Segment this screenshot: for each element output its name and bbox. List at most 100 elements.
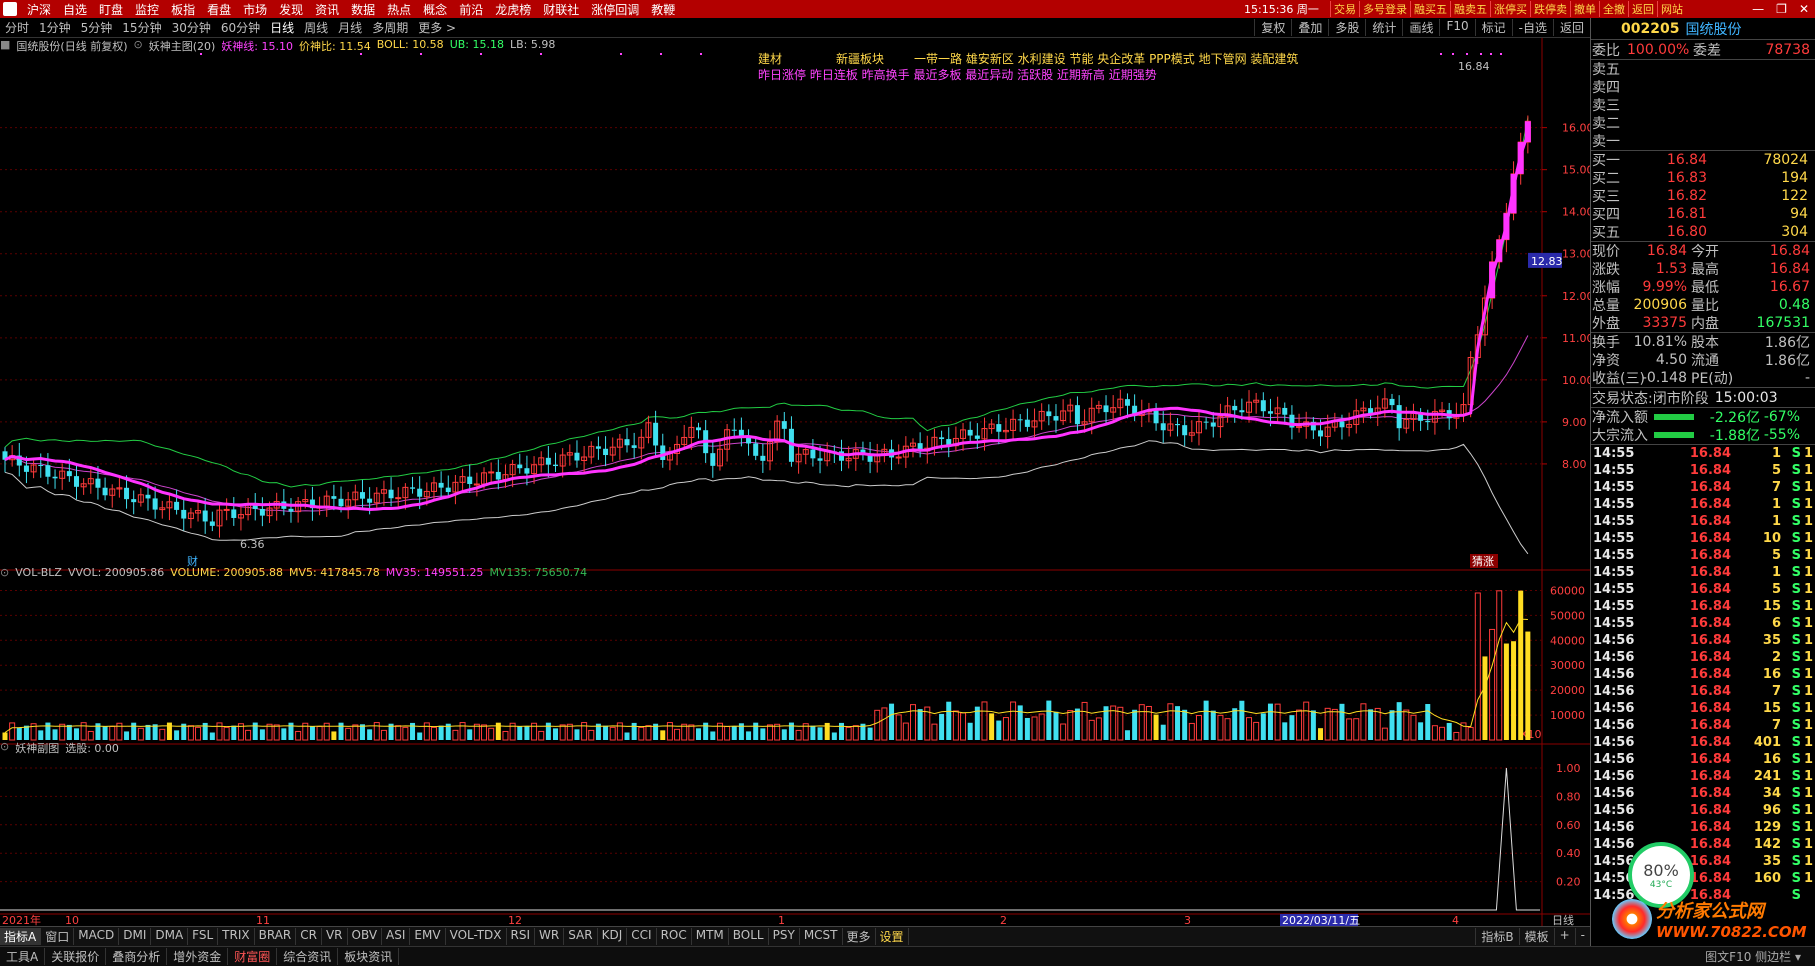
menu-item[interactable]: 监控 (129, 1, 165, 18)
buy-row[interactable]: 买四 16.81 94 (1591, 205, 1815, 223)
period-tab[interactable]: 周线 (299, 19, 333, 36)
indicator-tab[interactable]: DMI (119, 928, 152, 945)
sell-row[interactable]: 卖五 (1591, 60, 1815, 78)
sub-tab[interactable]: 工具A (0, 948, 46, 965)
indicator-tab[interactable]: CR (296, 928, 322, 945)
menu-item[interactable]: 概念 (417, 1, 453, 18)
sell-row[interactable]: 卖三 (1591, 96, 1815, 114)
indicator-tab[interactable]: MTM (692, 928, 729, 945)
period-tab[interactable]: 5分钟 (76, 19, 118, 36)
maximize-icon[interactable]: ❐ (1776, 2, 1787, 16)
period-tab[interactable]: 分时 (0, 19, 34, 36)
indicator-tab[interactable]: MCST (800, 928, 843, 945)
indicator-tab[interactable]: FSL (188, 928, 219, 945)
sell-row[interactable]: 卖二 (1591, 114, 1815, 132)
menu-item[interactable]: 资讯 (309, 1, 345, 18)
period-tab[interactable]: 多周期 (367, 19, 413, 36)
tab-right-button[interactable]: - (1574, 928, 1590, 945)
f10-sidebar-link[interactable]: 图文F10 侧边栏 ▾ (1699, 948, 1807, 965)
menu-item[interactable]: 龙虎榜 (489, 1, 537, 18)
vol-icon[interactable]: ⊙ (0, 566, 9, 579)
tab-right-button[interactable]: 指标B (1475, 928, 1518, 945)
period-tab[interactable]: 月线 (333, 19, 367, 36)
tab-right-button[interactable]: 模板 (1518, 928, 1554, 945)
menu-item[interactable]: 前沿 (453, 1, 489, 18)
chart-area[interactable]: 16.0015.0014.0013.0012.0011.0010.009.008… (0, 38, 1590, 926)
period-tab[interactable]: 更多 > (413, 19, 461, 36)
period-tab[interactable]: 1分钟 (34, 19, 76, 36)
menu-item[interactable]: 板指 (165, 1, 201, 18)
menu-item[interactable]: 看盘 (201, 1, 237, 18)
minimize-icon[interactable]: — (1752, 2, 1764, 16)
trade-button[interactable]: 融买五 (1410, 1, 1450, 17)
indicator-icon[interactable]: ⊙ (134, 38, 143, 54)
sub-tab[interactable]: 叠商分析 (106, 948, 168, 965)
indicator-tab[interactable]: ROC (657, 928, 692, 945)
indicator-tab[interactable]: PSY (769, 928, 800, 945)
indicator-tab[interactable]: 更多 (843, 928, 876, 945)
sub-tab[interactable]: 综合资讯 (277, 948, 339, 965)
period-tab[interactable]: 日线 (265, 19, 299, 36)
trade-button[interactable]: 跌停卖 (1530, 1, 1570, 17)
sub-tab[interactable]: 关联报价 (45, 948, 107, 965)
chart-tool-button[interactable]: -自选 (1511, 19, 1553, 36)
menu-item[interactable]: 热点 (381, 1, 417, 18)
tick-list[interactable]: 14:55 16.84 1 S 1 14:55 16.84 5 S 1 14:55 16.84 7 S 1 1… (1591, 445, 1815, 904)
sell-row[interactable]: 卖一 (1591, 132, 1815, 150)
indicator-tab[interactable]: WR (535, 928, 565, 945)
indicator-tab[interactable]: CCI (627, 928, 657, 945)
trade-button[interactable]: 融卖五 (1450, 1, 1490, 17)
trade-button[interactable]: 全撤 (1599, 1, 1628, 17)
period-tab[interactable]: 15分钟 (117, 19, 166, 36)
indicator-tab[interactable]: VR (322, 928, 348, 945)
tab-right-button[interactable]: + (1553, 928, 1575, 945)
chart-tool-button[interactable]: 叠加 (1291, 19, 1328, 36)
trade-button[interactable]: 撤单 (1570, 1, 1599, 17)
indicator-tab[interactable]: KDJ (598, 928, 628, 945)
chart-tool-button[interactable]: 统计 (1365, 19, 1402, 36)
indicator-tab[interactable]: MACD (74, 928, 120, 945)
menu-item[interactable]: 教鞭 (645, 1, 681, 18)
menu-item[interactable]: 自选 (57, 1, 93, 18)
menu-item[interactable]: 市场 (237, 1, 273, 18)
menu-item[interactable]: 涨停回调 (585, 1, 645, 18)
chart-tool-button[interactable]: 标记 (1474, 19, 1512, 36)
indicator-tab[interactable]: DMA (151, 928, 189, 945)
sub-title[interactable]: 妖神副图 (15, 740, 59, 756)
chart-tool-button[interactable]: 多股 (1328, 19, 1365, 36)
menu-item[interactable]: 财联社 (537, 1, 585, 18)
indicator-tab[interactable]: BRAR (255, 928, 297, 945)
buy-row[interactable]: 买一 16.84 78024 (1591, 151, 1815, 169)
sub-icon[interactable]: ⊙ (0, 740, 9, 756)
trade-button[interactable]: 交易 (1330, 1, 1359, 17)
indicator-tab[interactable]: SAR (564, 928, 598, 945)
buy-row[interactable]: 买二 16.83 194 (1591, 169, 1815, 187)
indicator-tab[interactable]: 设置 (876, 928, 909, 945)
vol-title[interactable]: VOL-BLZ (15, 566, 62, 579)
indicator-tab[interactable]: EMV (410, 928, 446, 945)
sub-tab[interactable]: 增外资金 (167, 948, 229, 965)
kline-chart[interactable]: 16.0015.0014.0013.0012.0011.0010.009.008… (0, 38, 1590, 926)
period-tab[interactable]: 30分钟 (167, 19, 216, 36)
menu-item[interactable]: 发现 (273, 1, 309, 18)
indicator-tab[interactable]: RSI (507, 928, 536, 945)
trade-button[interactable]: 网站 (1657, 1, 1686, 17)
menu-item[interactable]: 沪深 (21, 1, 57, 18)
stock-name[interactable]: 国统股份 (1685, 19, 1741, 39)
stock-code[interactable]: 002205 (1621, 21, 1679, 37)
chart-tool-button[interactable]: 复权 (1254, 19, 1291, 36)
menu-item[interactable]: 数据 (345, 1, 381, 18)
trade-button[interactable]: 涨停买 (1490, 1, 1530, 17)
chart-tool-button[interactable]: 画线 (1402, 19, 1439, 36)
period-tab[interactable]: 60分钟 (216, 19, 265, 36)
close-icon[interactable]: ✕ (1799, 2, 1809, 16)
menu-item[interactable]: 盯盘 (93, 1, 129, 18)
indicator-tab[interactable]: ASI (382, 928, 411, 945)
indicator-tab[interactable]: BOLL (729, 928, 769, 945)
sub-tab[interactable]: 板块资讯 (338, 948, 400, 965)
sub-tab[interactable]: 财富圈 (228, 948, 278, 965)
buy-row[interactable]: 买三 16.82 122 (1591, 187, 1815, 205)
indicator-tab[interactable]: 指标A (0, 928, 42, 945)
trade-button[interactable]: 返回 (1628, 1, 1657, 17)
indicator-tab[interactable]: VOL-TDX (446, 928, 507, 945)
